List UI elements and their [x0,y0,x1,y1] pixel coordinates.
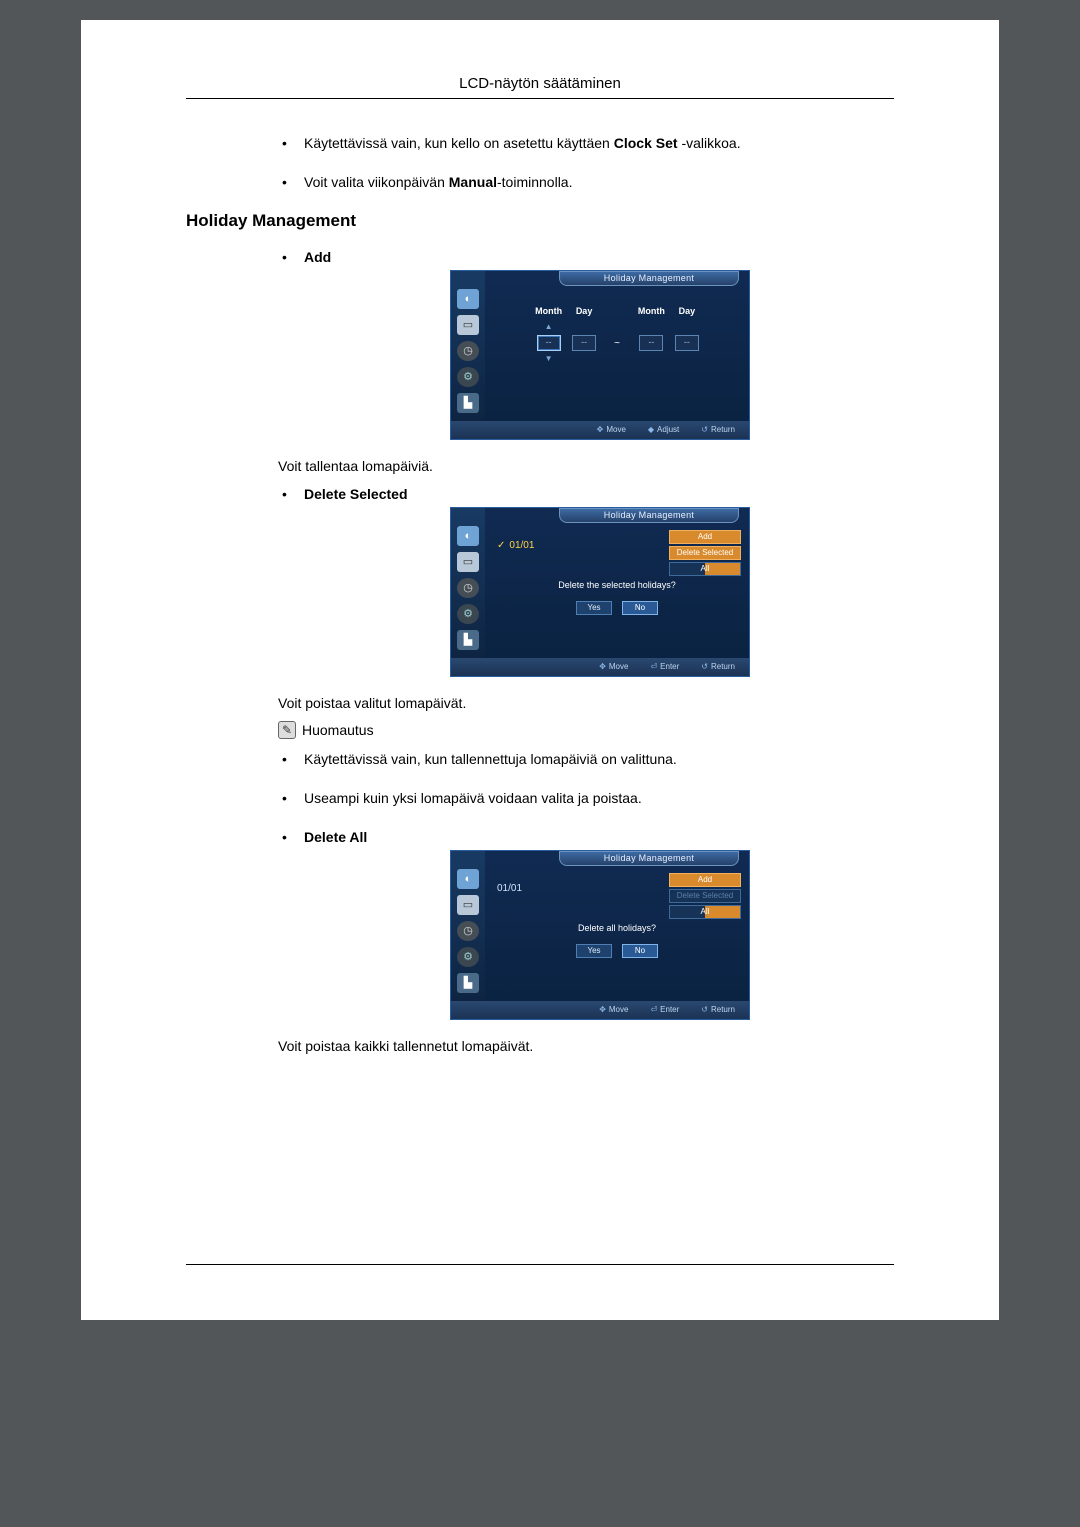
menu-add[interactable]: Add [669,873,741,887]
osd-side-icons: ◐ ▭ ◷ ⚙ ▙ [451,271,485,421]
delete-all-bullet: Delete All Holiday Management ◐ ▭ ◷ ⚙ ▙ [278,827,894,1020]
confirm-prompt: Delete the selected holidays? Yes No [537,579,697,615]
osd-delete-all-screenshot: Holiday Management ◐ ▭ ◷ ⚙ ▙ 01/01 [450,850,750,1020]
delete-all-caption: Voit poistaa kaikki tallennetut lomapäiv… [278,1038,894,1054]
range-tilde: ~ [614,336,620,351]
intro-bullet-1: Käytettävissä vain, kun kello on asetett… [278,133,894,154]
side-icon-4: ⚙ [457,367,479,387]
note-label: Huomautus [302,722,374,738]
delete-selected-bullet: Delete Selected Holiday Management ◐ ▭ ◷… [278,484,894,677]
month-input-1[interactable]: -- [537,335,561,351]
delete-selected-caption: Voit poistaa valitut lomapäivät. [278,695,894,711]
side-icon-4: ⚙ [457,604,479,624]
adjust-icon: ◆ [648,425,654,434]
enter-icon: ⏎ [650,662,657,671]
side-icon-5: ▙ [457,973,479,993]
intro-section: Käytettävissä vain, kun kello on asetett… [278,133,894,193]
document-page: LCD-näytön säätäminen Käytettävissä vain… [81,20,999,1320]
side-icon-3: ◷ [457,578,479,598]
menu-delete-selected[interactable]: Delete Selected [669,889,741,903]
osd-footer: ✥Move ◆Adjust ↺Return [451,421,749,439]
yes-button[interactable]: Yes [576,944,612,958]
note-row: ✎ Huomautus [278,721,894,739]
osd-add-screenshot: Holiday Management ◐ ▭ ◷ ⚙ ▙ [450,270,750,440]
section-heading: Holiday Management [186,211,894,231]
day-input-1[interactable]: -- [572,335,596,351]
menu-delete-selected[interactable]: Delete Selected [669,546,741,560]
footer-rule [186,1264,894,1265]
return-icon: ↺ [701,662,708,671]
check-icon: ✓ [497,538,505,553]
side-icon-5: ▙ [457,630,479,650]
side-icon-1: ◐ [457,526,479,546]
note-icon: ✎ [278,721,296,739]
return-icon: ↺ [701,425,708,434]
down-arrow-icon: ▼ [545,356,553,362]
menu-all[interactable]: All [669,562,741,576]
add-caption: Voit tallentaa lomapäiviä. [278,458,894,474]
day-input-2[interactable]: -- [675,335,699,351]
context-menu: Add Delete Selected All [669,873,741,919]
add-bullet: Add Holiday Management ◐ ▭ ◷ ⚙ ▙ [278,247,894,440]
context-menu: Add Delete Selected All [669,530,741,576]
side-icon-3: ◷ [457,341,479,361]
osd-footer: ✥Move ⏎Enter ↺Return [451,658,749,676]
side-icon-1: ◐ [457,869,479,889]
intro-bullet-2: Voit valita viikonpäivän Manual-toiminno… [278,172,894,193]
move-icon: ✥ [599,1005,606,1014]
move-icon: ✥ [599,662,606,671]
return-icon: ↺ [701,1005,708,1014]
no-button[interactable]: No [622,944,658,958]
side-icon-5: ▙ [457,393,479,413]
osd-delete-selected-screenshot: Holiday Management ◐ ▭ ◷ ⚙ ▙ ✓ 01 [450,507,750,677]
side-icon-3: ◷ [457,921,479,941]
side-icon-1: ◐ [457,289,479,309]
month-day-row: Month ▲ -- ▼ Day -- [497,305,737,362]
delete-selected-label: Delete Selected [304,486,408,502]
side-icon-2: ▭ [457,552,479,572]
yes-button[interactable]: Yes [576,601,612,615]
note-bullet-2: Useampi kuin yksi lomapäivä voidaan vali… [278,788,894,809]
osd-side-icons: ◐ ▭ ◷ ⚙ ▙ [451,851,485,1001]
page-header: LCD-näytön säätäminen [186,75,894,92]
menu-all[interactable]: All [669,905,741,919]
header-rule [186,98,894,99]
month-input-2[interactable]: -- [639,335,663,351]
enter-icon: ⏎ [650,1005,657,1014]
add-label: Add [304,249,331,265]
up-arrow-icon: ▲ [545,324,553,330]
move-icon: ✥ [597,425,604,434]
osd-side-icons: ◐ ▭ ◷ ⚙ ▙ [451,508,485,658]
note-bullet-1: Käytettävissä vain, kun tallennettuja lo… [278,749,894,770]
side-icon-2: ▭ [457,895,479,915]
side-icon-4: ⚙ [457,947,479,967]
menu-add[interactable]: Add [669,530,741,544]
no-button[interactable]: No [622,601,658,615]
delete-all-label: Delete All [304,829,367,845]
osd-footer: ✥Move ⏎Enter ↺Return [451,1001,749,1019]
confirm-prompt: Delete all holidays? Yes No [537,922,697,958]
side-icon-2: ▭ [457,315,479,335]
